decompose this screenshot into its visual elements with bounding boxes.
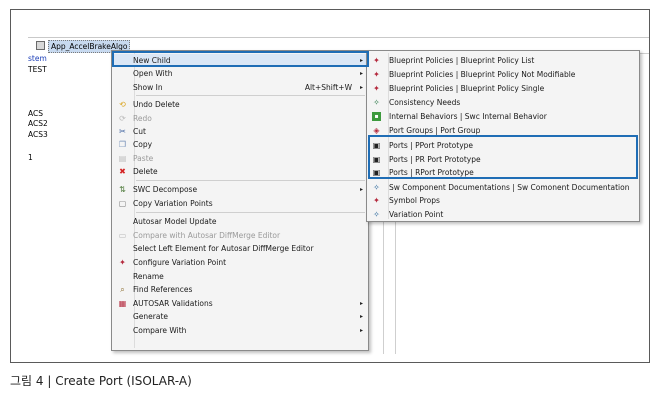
menu-item-compare-with[interactable]: Compare With ▸	[112, 324, 368, 337]
menu-item-copy[interactable]: ❐ Copy	[112, 138, 368, 151]
menu-item-open-with[interactable]: Open With ▸	[112, 67, 368, 80]
menu-item-paste[interactable]: ▤ Paste	[112, 152, 368, 165]
scissors-icon: ✂	[119, 127, 126, 136]
menu-item-autosar-model-update[interactable]: Autosar Model Update	[112, 215, 368, 228]
highlight-port-items	[368, 135, 638, 179]
tree-item[interactable]: 1	[28, 153, 33, 163]
chevron-right-icon: ▸	[359, 84, 363, 91]
submenu-item-blueprint-policy-not-modifiable[interactable]: ✦ Blueprint Policies | Blueprint Policy N…	[367, 68, 639, 81]
compare-icon: ▭	[118, 231, 127, 240]
find-references-icon: ⌕	[120, 285, 125, 294]
menu-item-delete[interactable]: ✖ Delete	[112, 165, 368, 178]
variation-point-icon: ✧	[373, 210, 380, 219]
chevron-right-icon: ▸	[359, 300, 363, 307]
consistency-icon: ✧	[373, 98, 380, 107]
chevron-right-icon: ▸	[359, 70, 363, 77]
variation-point-icon: ✦	[119, 258, 126, 267]
internal-behavior-icon: ▪	[372, 112, 381, 121]
menu-item-generate[interactable]: Generate ▸	[112, 310, 368, 323]
menu-item-autosar-validations[interactable]: ▦ AUTOSAR Validations ▸	[112, 297, 368, 310]
blueprint-policy-icon: ✦	[373, 84, 380, 93]
submenu-item-sw-component-documentation[interactable]: ✧ Sw Component Documentations | Sw Comone…	[367, 181, 639, 194]
menu-item-cut[interactable]: ✂ Cut	[112, 125, 368, 138]
shortcut-label: Alt+Shift+W	[304, 83, 352, 92]
submenu-item-variation-point[interactable]: ✧ Variation Point	[367, 208, 639, 221]
menu-item-swc-decompose[interactable]: ⇅ SWC Decompose ▸	[112, 183, 368, 196]
validation-icon: ▦	[118, 299, 127, 308]
submenu-item-blueprint-policy-list[interactable]: ✦ Blueprint Policies | Blueprint Policy L…	[367, 54, 639, 67]
submenu-item-internal-behavior[interactable]: ▪ Internal Behaviors | Swc Internal Behav…	[367, 110, 639, 123]
copy-variation-icon: ▢	[118, 199, 127, 208]
chevron-right-icon: ▸	[359, 327, 363, 334]
figure-caption: 그림 4 | Create Port (ISOLAR-A)	[10, 374, 192, 388]
tree-item[interactable]: ACS	[28, 109, 43, 119]
tree-item[interactable]: stem	[28, 54, 47, 64]
documentation-icon: ✧	[373, 183, 380, 192]
submenu-item-symbol-props[interactable]: ✦ Symbol Props	[367, 194, 639, 207]
highlight-new-child	[112, 51, 369, 67]
menu-item-compare-diffmerge[interactable]: ▭ Compare with Autosar DiffMerge Editor	[112, 229, 368, 242]
copy-icon: ❐	[118, 140, 127, 149]
component-icon	[36, 41, 45, 50]
decompose-icon: ⇅	[119, 185, 126, 194]
chevron-right-icon: ▸	[359, 186, 363, 193]
blueprint-policy-icon: ✦	[373, 70, 380, 79]
tree-item[interactable]: TEST	[28, 65, 47, 75]
figure-frame: App_AccelBrakeAlgo stem TEST ACS ACS2 AC…	[10, 9, 650, 363]
port-group-icon: ◈	[373, 126, 380, 135]
submenu-item-consistency-needs[interactable]: ✧ Consistency Needs	[367, 96, 639, 109]
paste-icon: ▤	[118, 154, 127, 163]
menu-item-show-in[interactable]: Show In Alt+Shift+W ▸	[112, 81, 368, 94]
undo-icon: ⟲	[119, 100, 126, 109]
menu-item-find-references[interactable]: ⌕ Find References	[112, 283, 368, 296]
tree-item[interactable]: ACS2	[28, 119, 48, 129]
symbol-props-icon: ✦	[373, 196, 380, 205]
redo-icon: ⟳	[119, 114, 126, 123]
menu-item-rename[interactable]: Rename	[112, 270, 368, 283]
menu-item-copy-variation-points[interactable]: ▢ Copy Variation Points	[112, 197, 368, 210]
chevron-right-icon: ▸	[359, 313, 363, 320]
menu-item-redo[interactable]: ⟳ Redo	[112, 112, 368, 125]
delete-icon: ✖	[119, 167, 126, 176]
tree-item[interactable]: ACS3	[28, 130, 48, 140]
menu-item-undo-delete[interactable]: ⟲ Undo Delete	[112, 98, 368, 111]
menu-item-configure-variation-point[interactable]: ✦ Configure Variation Point	[112, 256, 368, 269]
context-menu: New Child ▸ Open With ▸ Show In Alt+Shift+W…	[111, 50, 369, 351]
menu-item-select-left-element[interactable]: Select Left Element for Autosar DiffMerg…	[112, 242, 368, 255]
submenu-item-blueprint-policy-single[interactable]: ✦ Blueprint Policies | Blueprint Policy S…	[367, 82, 639, 95]
blueprint-policy-icon: ✦	[373, 56, 380, 65]
